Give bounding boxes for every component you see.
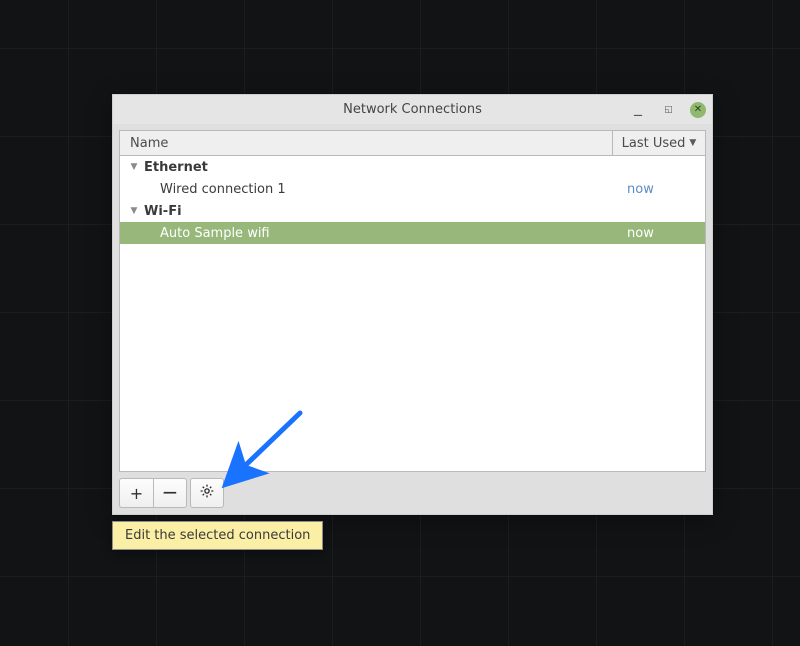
window-title: Network Connections bbox=[343, 102, 482, 117]
connection-last-used: now bbox=[613, 182, 705, 197]
window-titlebar[interactable]: Network Connections _ ◱ ✕ bbox=[113, 95, 712, 124]
network-connections-window: Network Connections _ ◱ ✕ Name Last Used… bbox=[112, 94, 713, 515]
expander-icon: ▼ bbox=[128, 206, 140, 216]
column-header-last-used[interactable]: Last Used ▼ bbox=[613, 131, 705, 155]
add-connection-button[interactable]: + bbox=[119, 478, 153, 508]
window-minimize-button[interactable]: _ bbox=[630, 99, 646, 115]
gear-icon bbox=[199, 483, 215, 503]
edit-connection-button[interactable] bbox=[190, 478, 224, 508]
group-row[interactable]: ▼ Wi-Fi bbox=[120, 200, 705, 222]
group-label: Ethernet bbox=[144, 160, 705, 175]
connections-list: Name Last Used ▼ ▼ Ethernet Wired connecti… bbox=[119, 130, 706, 472]
connection-row[interactable]: Auto Sample wifinow bbox=[120, 222, 705, 244]
column-header-name-label: Name bbox=[130, 136, 168, 151]
connection-label: Wired connection 1 bbox=[160, 182, 613, 197]
connection-row[interactable]: Wired connection 1now bbox=[120, 178, 705, 200]
tooltip-text: Edit the selected connection bbox=[125, 528, 310, 543]
group-row[interactable]: ▼ Ethernet bbox=[120, 156, 705, 178]
window-body: Name Last Used ▼ ▼ Ethernet Wired connecti… bbox=[113, 124, 712, 514]
list-body[interactable]: ▼EthernetWired connection 1now▼Wi-FiAuto… bbox=[120, 156, 705, 471]
tooltip: Edit the selected connection bbox=[112, 521, 323, 550]
expander-icon: ▼ bbox=[128, 162, 140, 172]
window-controls: _ ◱ ✕ bbox=[630, 95, 706, 124]
column-header-last-used-label: Last Used bbox=[622, 136, 686, 151]
list-toolbar: + − bbox=[119, 478, 706, 508]
plus-icon: + bbox=[130, 484, 143, 503]
group-label: Wi-Fi bbox=[144, 204, 705, 219]
connection-label: Auto Sample wifi bbox=[160, 226, 613, 241]
remove-connection-button[interactable]: − bbox=[153, 478, 187, 508]
window-maximize-button[interactable]: ◱ bbox=[660, 102, 676, 118]
list-header: Name Last Used ▼ bbox=[120, 131, 705, 156]
desktop-wallpaper: Network Connections _ ◱ ✕ Name Last Used… bbox=[0, 0, 800, 646]
connection-last-used: now bbox=[613, 226, 705, 241]
column-header-name[interactable]: Name bbox=[120, 131, 613, 155]
minus-icon: − bbox=[162, 480, 179, 504]
window-close-button[interactable]: ✕ bbox=[690, 102, 706, 118]
sort-descending-icon: ▼ bbox=[689, 138, 696, 148]
